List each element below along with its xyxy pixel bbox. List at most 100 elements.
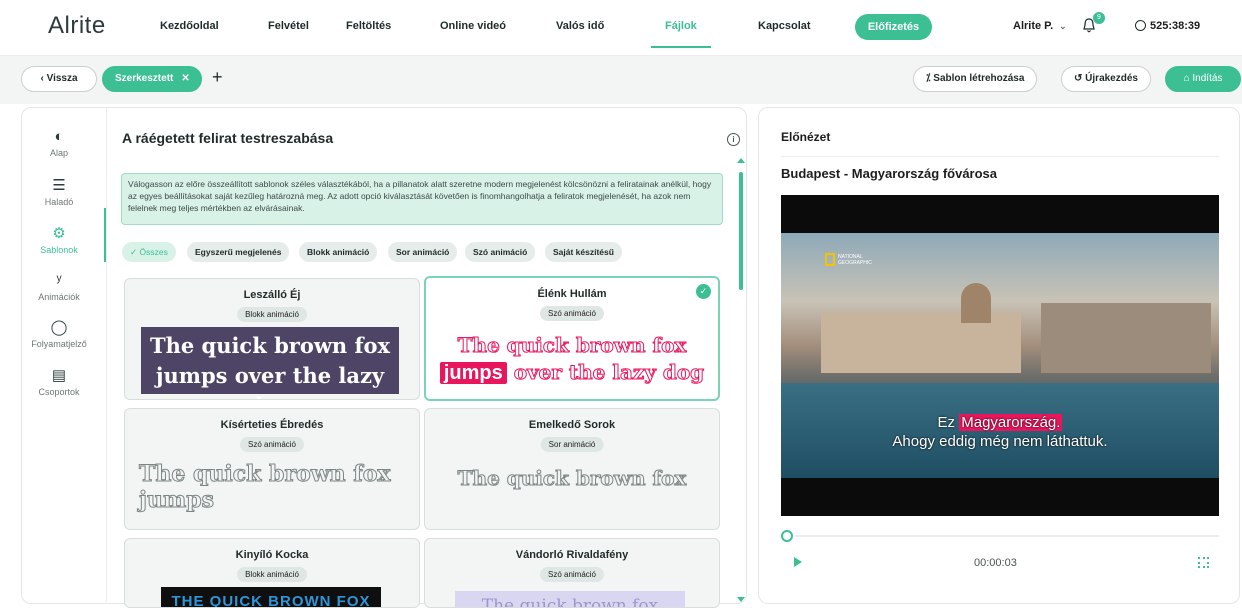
parliament-building (821, 313, 1021, 373)
filter-block-animation[interactable]: Blokk animáció (299, 242, 378, 262)
close-icon[interactable]: ✕ (181, 73, 189, 84)
template-name: Kísérteties Ébredés (220, 419, 324, 431)
parliament-dome (961, 283, 991, 323)
user-menu[interactable]: Alrite P. ⌄ (1013, 20, 1067, 32)
sidebar-item-groups[interactable]: ▤ Csoportok (28, 366, 90, 397)
template-preview: The quick brown fox jumps (139, 461, 392, 514)
template-name: Kinyíló Kocka (235, 549, 309, 561)
edited-tab-label: Szerkesztett (115, 73, 174, 84)
chevron-down-icon: ⌄ (1059, 21, 1067, 31)
create-template-button[interactable]: ⁒ Sablon létrehozása (913, 66, 1038, 92)
template-card[interactable]: Kinyíló Kocka Blokk animáció THE QUICK B… (124, 538, 420, 608)
template-type-badge: Szó animáció (539, 306, 605, 321)
template-preview: THE QUICK BROWN FOX (161, 587, 381, 607)
notification-badge: 9 (1093, 12, 1105, 24)
video-player[interactable]: NATIONAL GEOGRAPHIC Ez Magyarország. Ahog… (781, 195, 1219, 516)
sidebar-item-advanced[interactable]: ☰ Haladó (28, 176, 90, 207)
start-label: Indítás (1192, 73, 1223, 84)
user-name: Alrite P. (1013, 20, 1054, 32)
check-icon: ✓ (130, 247, 138, 257)
fullscreen-icon[interactable] (1198, 557, 1209, 568)
restart-button[interactable]: ↺ Újrakezdés (1061, 66, 1151, 92)
template-name: Élénk Hullám (537, 288, 607, 300)
sidebar-item-label: Csoportok (38, 387, 80, 397)
restart-icon: ↺ (1074, 73, 1086, 84)
sidebar-item-label: Sablonok (40, 245, 78, 255)
preview-highlight-word: jumps (439, 362, 507, 384)
template-name: Leszálló Éj (243, 289, 301, 301)
info-icon[interactable]: i (727, 133, 740, 146)
sidebar-active-indicator (104, 208, 106, 262)
add-tab-button[interactable]: + (212, 67, 223, 88)
progress-icon: ◯ (50, 319, 68, 336)
nav-contact[interactable]: Kapcsolat (758, 20, 811, 32)
nav-files[interactable]: Fájlok (665, 20, 697, 32)
nav-active-indicator (651, 46, 711, 48)
sidebar-item-label: Folyamatjelző (31, 339, 87, 349)
sliders-icon: ☰ (52, 177, 66, 194)
template-type-badge: Blokk animáció (237, 307, 307, 322)
filter-word-animation[interactable]: Szó animáció (465, 242, 536, 262)
scroll-up-arrow[interactable] (737, 158, 745, 163)
sidebar-item-basic[interactable]: ◐ Alap (28, 128, 90, 158)
start-button[interactable]: ⌂ Indítás (1165, 66, 1241, 92)
template-type-badge: Szó animáció (239, 437, 305, 452)
timer-value: 525:38:39 (1150, 20, 1201, 32)
template-preview: The quick brown fox (457, 466, 687, 491)
subscribe-button[interactable]: Előfizetés (855, 14, 932, 40)
groups-icon: ▤ (51, 367, 67, 384)
edited-tab[interactable]: Szerkesztett ✕ (102, 66, 202, 92)
sidebar-item-label: Alap (49, 148, 68, 158)
natgeo-logo-icon (825, 253, 835, 266)
playback-progress-track[interactable] (795, 535, 1219, 537)
nav-upload[interactable]: Feltöltés (346, 20, 391, 32)
sidebar-item-templates[interactable]: ⚙ Sablonok (28, 224, 90, 255)
playback-time: 00:00:03 (974, 557, 1017, 569)
usage-timer: 525:38:39 (1135, 20, 1200, 32)
nav-online-video[interactable]: Online videó (440, 20, 506, 32)
template-card-selected[interactable]: ✓ Élénk Hullám Szó animáció The quick br… (424, 276, 720, 401)
watermark-line-2: GEOGRAPHIC (838, 259, 872, 266)
sidebar-item-progress[interactable]: ◯ Folyamatjelző (28, 318, 90, 349)
nav-realtime[interactable]: Valós idő (556, 20, 604, 32)
template-preview: The quick brown fox jumps over the lazy … (141, 327, 399, 399)
play-icon[interactable] (794, 557, 802, 567)
burned-subtitle: Ez Magyarország. Ahogy eddig még nem lát… (781, 413, 1219, 451)
filter-line-animation[interactable]: Sor animáció (388, 242, 458, 262)
palette-icon: ◐ (54, 128, 64, 145)
preview-line-2: over the lazy dog (513, 360, 705, 385)
playback-progress-knob[interactable] (781, 530, 793, 542)
scrollbar-thumb[interactable] (739, 172, 743, 290)
template-name: Emelkedő Sorok (528, 419, 616, 431)
back-button[interactable]: ‹ Vissza (21, 66, 97, 92)
template-type-badge: Sor animáció (540, 437, 604, 452)
filter-custom[interactable]: Saját készítésű (545, 242, 622, 262)
video-title: Budapest - Magyarország fővárosa (781, 166, 998, 181)
scroll-down-arrow[interactable] (737, 597, 745, 602)
template-preview: The quick brown fox (455, 591, 685, 607)
filter-all[interactable]: ✓ Összes (122, 242, 176, 262)
channel-watermark: NATIONAL GEOGRAPHIC (825, 253, 872, 266)
template-card[interactable]: Vándorló Rivaldafény Szó animáció The qu… (424, 538, 720, 608)
filter-label: Összes (139, 247, 168, 257)
panel-title: A ráégetett felirat testreszabása (122, 130, 334, 146)
preview-divider (781, 156, 1219, 157)
app-logo[interactable]: Alrite (48, 12, 106, 40)
nav-home[interactable]: Kezdőoldal (160, 20, 219, 32)
preview-label: Előnézet (781, 130, 831, 144)
template-name: Vándorló Rivaldafény (515, 549, 629, 561)
city-buildings (1041, 303, 1211, 373)
nav-record[interactable]: Felvétel (268, 20, 309, 32)
motion-icon: ʸ (56, 272, 62, 289)
restart-label: Újrakezdés (1085, 73, 1138, 84)
sidebar-item-animations[interactable]: ʸ Animációk (28, 272, 90, 302)
template-type-badge: Szó animáció (539, 567, 605, 582)
create-template-label: Sablon létrehozása (933, 73, 1025, 84)
preview-line-1: The quick brown fox (457, 333, 687, 358)
template-card[interactable]: Leszálló Éj Blokk animáció The quick bro… (124, 278, 420, 400)
filter-simple[interactable]: Egyszerű megjelenés (187, 242, 290, 262)
subtitle-word: Ez (937, 414, 956, 431)
template-card[interactable]: Emelkedő Sorok Sor animáció The quick br… (424, 408, 720, 530)
sidebar-item-label: Haladó (44, 197, 74, 207)
template-card[interactable]: Kísérteties Ébredés Szó animáció The qui… (124, 408, 420, 530)
